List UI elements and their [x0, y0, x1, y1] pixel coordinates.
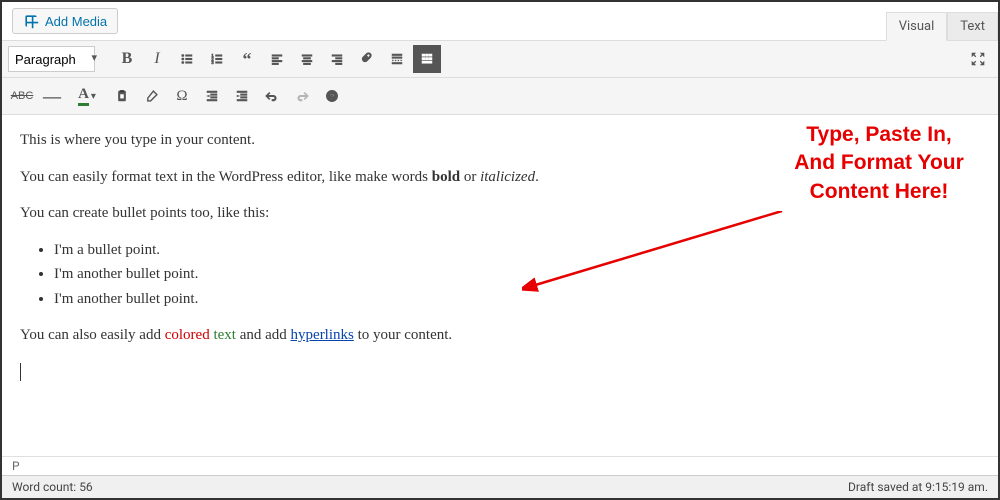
editor-content-area[interactable]: This is where you type in your content. … [2, 115, 998, 456]
italic-button[interactable]: I [143, 45, 171, 73]
svg-text:3: 3 [211, 60, 214, 65]
content-paragraph: This is where you type in your content. [20, 129, 980, 152]
read-more-icon [390, 51, 404, 67]
add-media-button[interactable]: Add Media [12, 8, 118, 34]
eraser-icon [145, 88, 159, 104]
fullscreen-button[interactable] [964, 45, 992, 73]
help-button[interactable]: ? [318, 82, 346, 110]
draft-saved-status: Draft saved at 9:15:19 am. [848, 480, 988, 494]
tab-visual[interactable]: Visual [886, 12, 948, 41]
cursor-position [20, 361, 980, 384]
undo-button[interactable] [258, 82, 286, 110]
indent-button[interactable] [228, 82, 256, 110]
text-color-button[interactable]: A ▾ [68, 82, 106, 110]
bold-button[interactable]: B [113, 45, 141, 73]
bold-text: bold [432, 169, 460, 185]
redo-icon [295, 88, 309, 104]
toolbar-toggle-icon [420, 51, 434, 67]
chevron-down-icon: ▾ [91, 91, 96, 102]
editor-mode-tabs: Visual Text [886, 12, 998, 40]
colored-text: text [213, 327, 236, 343]
blockquote-button[interactable]: “ [233, 45, 261, 73]
text-color-a-icon: A [78, 87, 89, 106]
link-button[interactable] [353, 45, 381, 73]
link-icon [360, 51, 374, 67]
clear-formatting-button[interactable] [138, 82, 166, 110]
editor-frame: Add Media Visual Text Paragraph B I 123 … [0, 0, 1000, 500]
list-item: I'm another bullet point. [54, 288, 980, 311]
bullet-list-button[interactable] [173, 45, 201, 73]
paste-text-button[interactable] [108, 82, 136, 110]
content-paragraph: You can easily format text in the WordPr… [20, 166, 980, 189]
strikethrough-button[interactable]: ABC [8, 82, 36, 110]
editor-topbar: Add Media Visual Text [2, 2, 998, 41]
outdent-button[interactable] [198, 82, 226, 110]
align-left-button[interactable] [263, 45, 291, 73]
redo-button[interactable] [288, 82, 316, 110]
horizontal-rule-button[interactable]: — [38, 82, 66, 110]
align-center-icon [300, 51, 314, 67]
word-count: Word count: 56 [12, 480, 93, 494]
italic-text: italicized [480, 169, 535, 185]
media-icon [23, 13, 39, 29]
numbered-list-button[interactable]: 123 [203, 45, 231, 73]
content-paragraph: You can create bullet points too, like t… [20, 202, 980, 225]
indent-icon [235, 88, 249, 104]
numbered-list-icon: 123 [210, 51, 224, 67]
paragraph-format-select[interactable]: Paragraph [8, 46, 95, 72]
content-paragraph: You can also easily add colored text and… [20, 324, 980, 347]
toolbar-toggle-button[interactable] [413, 45, 441, 73]
clipboard-icon [115, 88, 129, 104]
colored-text: colored [165, 327, 210, 343]
help-icon: ? [325, 88, 339, 104]
read-more-button[interactable] [383, 45, 411, 73]
toolbar-row-2: ABC — A ▾ Ω [2, 78, 998, 115]
align-right-button[interactable] [323, 45, 351, 73]
hyperlink[interactable]: hyperlinks [291, 327, 354, 343]
bullet-list-icon [180, 51, 194, 67]
toolbar-row-1: Paragraph B I 123 “ [2, 41, 998, 78]
list-item: I'm another bullet point. [54, 263, 980, 286]
tab-text[interactable]: Text [947, 12, 998, 40]
svg-text:?: ? [330, 92, 335, 101]
bullet-list: I'm a bullet point. I'm another bullet p… [20, 239, 980, 311]
add-media-label: Add Media [45, 14, 107, 29]
align-left-icon [270, 51, 284, 67]
align-center-button[interactable] [293, 45, 321, 73]
undo-icon [265, 88, 279, 104]
fullscreen-icon [969, 50, 987, 68]
status-bar: Word count: 56 Draft saved at 9:15:19 am… [2, 475, 998, 498]
element-path-bar[interactable]: P [2, 456, 998, 475]
special-character-button[interactable]: Ω [168, 82, 196, 110]
list-item: I'm a bullet point. [54, 239, 980, 262]
align-right-icon [330, 51, 344, 67]
outdent-icon [205, 88, 219, 104]
